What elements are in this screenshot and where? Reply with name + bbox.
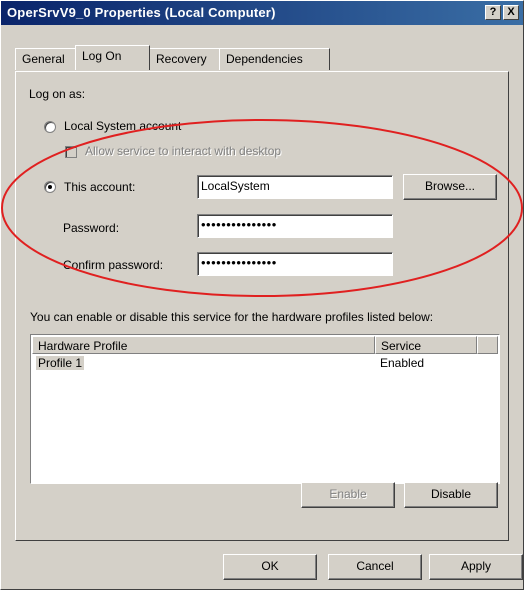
this-account-label[interactable]: This account: (64, 180, 135, 194)
close-button[interactable]: X (503, 5, 519, 20)
service-status-cell: Enabled (380, 356, 425, 370)
title-bar[interactable]: OperSrvV9_0 Properties (Local Computer) … (1, 1, 523, 25)
local-system-radio[interactable] (44, 121, 56, 133)
column-header-hardware-profile[interactable]: Hardware Profile (32, 336, 375, 354)
interact-desktop-label[interactable]: Allow service to interact with desktop (85, 144, 281, 158)
local-system-label[interactable]: Local System account (64, 119, 181, 133)
tab-dependencies[interactable]: Dependencies (219, 48, 330, 70)
profiles-description: You can enable or disable this service f… (30, 310, 434, 324)
properties-dialog: OperSrvV9_0 Properties (Local Computer) … (0, 0, 524, 590)
profile-name-cell: Profile 1 (36, 356, 85, 370)
table-row[interactable]: Profile 1 Enabled (32, 355, 498, 371)
confirm-password-label: Confirm password: (63, 258, 164, 272)
hardware-profiles-list[interactable]: Hardware Profile Service Profile 1 Enabl… (30, 334, 500, 484)
cancel-button[interactable]: Cancel (328, 554, 422, 580)
ok-button[interactable]: OK (223, 554, 317, 580)
log-on-heading: Log on as: (29, 87, 86, 101)
column-header-service[interactable]: Service (375, 336, 477, 354)
enable-button[interactable]: Enable (301, 482, 395, 508)
interact-desktop-checkbox[interactable] (65, 146, 77, 158)
help-button[interactable]: ? (485, 5, 501, 20)
account-input[interactable]: LocalSystem (197, 175, 393, 199)
window-title: OperSrvV9_0 Properties (Local Computer) (7, 5, 276, 20)
tab-log-on[interactable]: Log On (75, 45, 150, 70)
disable-button[interactable]: Disable (404, 482, 498, 508)
password-label: Password: (63, 221, 120, 235)
password-input[interactable]: ••••••••••••••• (197, 214, 393, 238)
apply-button[interactable]: Apply (429, 554, 523, 580)
this-account-radio[interactable] (44, 181, 56, 193)
radio-selected-dot (48, 185, 52, 189)
tab-recovery[interactable]: Recovery (149, 48, 220, 70)
tab-general[interactable]: General (15, 48, 76, 70)
column-header-filler (477, 336, 498, 354)
confirm-password-input[interactable]: ••••••••••••••• (197, 252, 393, 276)
browse-button[interactable]: Browse... (403, 174, 497, 200)
